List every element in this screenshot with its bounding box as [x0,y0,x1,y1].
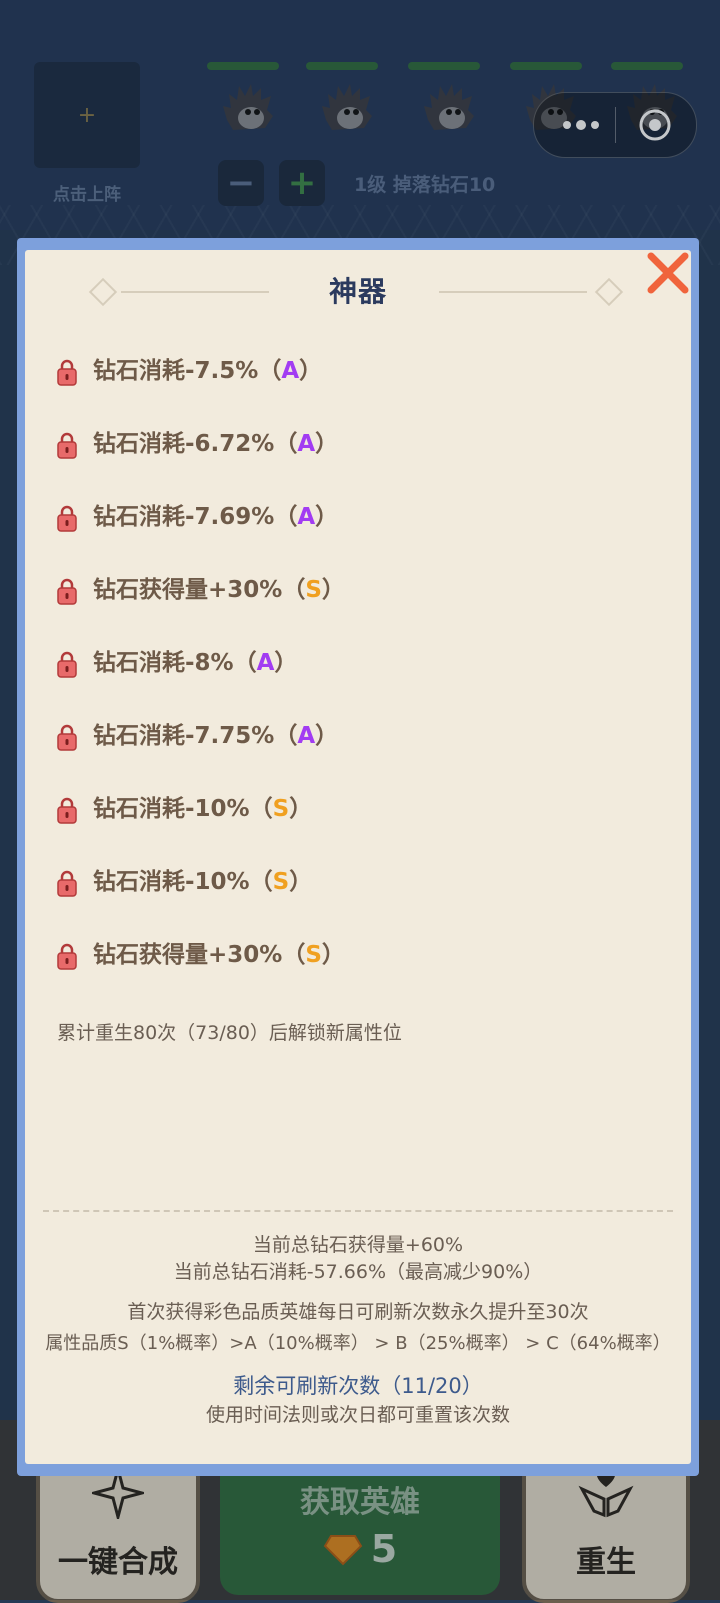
modal-title: 神器 [328,275,387,308]
lock-icon[interactable] [57,431,77,459]
refresh-count-text: 剩余可刷新次数（11/20） [233,1374,483,1398]
lock-icon[interactable] [57,358,77,386]
grade-close-paren: ） [299,358,323,384]
attribute-effect: 钻石消耗-7.5% [93,358,259,384]
grade-open-paren: （ [274,431,298,457]
grade-close-paren: ） [289,869,313,895]
lock-icon[interactable] [57,650,77,678]
grade-close-paren: ） [321,577,345,603]
grade-close-paren: ） [315,723,339,749]
attribute-row: 钻石消耗-10%（S） [57,794,657,867]
lock-icon[interactable] [57,723,77,751]
attribute-effect: 钻石消耗-7.75% [93,723,275,749]
attribute-text: 钻石消耗-7.5%（A） [93,356,322,386]
attribute-text: 钻石消耗-6.72%（A） [93,429,338,459]
grade-open-paren: （ [282,942,306,968]
attribute-effect: 钻石消耗-10% [93,869,250,895]
grade-open-paren: （ [258,358,282,384]
attribute-row: 钻石消耗-10%（S） [57,867,657,940]
attribute-row: 钻石消耗-7.69%（A） [57,502,657,575]
attribute-text: 钻石消耗-10%（S） [93,867,312,897]
attribute-text: 钻石消耗-10%（S） [93,794,312,824]
unlock-note: 累计重生80次（73/80）后解锁新属性位 [57,1022,402,1044]
attribute-effect: 钻石消耗-10% [93,796,250,822]
lock-icon[interactable] [57,869,77,897]
grade-close-paren: ） [315,504,339,530]
grade-open-paren: （ [282,577,306,603]
title-line-right [439,291,587,293]
attribute-grade: S [305,942,322,968]
lock-icon[interactable] [57,796,77,824]
attribute-row: 钻石消耗-7.5%（A） [57,356,657,429]
attribute-grade: S [272,796,290,822]
divider [43,1210,673,1212]
grade-open-paren: （ [249,796,273,822]
lock-icon[interactable] [57,942,77,970]
attribute-list: 钻石消耗-7.5%（A） 钻石消耗-6.72%（A） 钻石消耗-7.69%（A） 钻石… [57,356,657,1013]
grade-close-paren: ） [274,650,298,676]
attribute-grade: A [297,723,316,749]
attribute-row: 钻石消耗-8%（A） [57,648,657,721]
attribute-grade: S [272,869,290,895]
close-icon[interactable] [645,250,691,296]
reset-hint-text: 使用时间法则或次日都可重置该次数 [205,1404,510,1426]
grade-close-paren: ） [321,942,345,968]
total-cost-text: 当前总钻石消耗-57.66%（最高减少90%） [173,1261,543,1283]
attribute-text: 钻石消耗-8%（A） [93,648,297,678]
attribute-row: 钻石消耗-6.72%（A） [57,429,657,502]
attribute-text: 钻石消耗-7.75%（A） [93,721,338,751]
attribute-text: 钻石获得量+30%（S） [93,940,345,970]
attribute-effect: 钻石获得量+30% [93,577,283,603]
attribute-grade: S [305,577,322,603]
attribute-grade: A [281,358,300,384]
attribute-effect: 钻石获得量+30% [93,942,283,968]
attribute-row: 钻石消耗-7.75%（A） [57,721,657,794]
lock-icon[interactable] [57,577,77,605]
grade-open-paren: （ [249,869,273,895]
lock-icon[interactable] [57,504,77,532]
attribute-effect: 钻石消耗-7.69% [93,504,275,530]
attribute-row: 钻石获得量+30%（S） [57,575,657,648]
first-rainbow-text: 首次获得彩色品质英雄每日可刷新次数永久提升至30次 [127,1301,589,1323]
grade-open-paren: （ [274,723,298,749]
attribute-grade: A [297,431,316,457]
attribute-effect: 钻石消耗-8% [93,650,234,676]
grade-open-paren: （ [274,504,298,530]
grade-close-paren: ） [289,796,313,822]
attribute-grade: A [297,504,316,530]
attribute-text: 钻石消耗-7.69%（A） [93,502,338,532]
attribute-effect: 钻石消耗-6.72% [93,431,275,457]
quality-odds-text: 属性品质S（1%概率）>A（10%概率） > B（25%概率） > C（64%概… [45,1333,671,1354]
attribute-grade: A [256,650,275,676]
attribute-text: 钻石获得量+30%（S） [93,575,345,605]
total-gain-text: 当前总钻石获得量+60% [252,1234,464,1256]
grade-close-paren: ） [315,431,339,457]
modal-header: 神器 [25,270,691,310]
attribute-row: 钻石获得量+30%（S） [57,940,657,1013]
grade-open-paren: （ [233,650,257,676]
